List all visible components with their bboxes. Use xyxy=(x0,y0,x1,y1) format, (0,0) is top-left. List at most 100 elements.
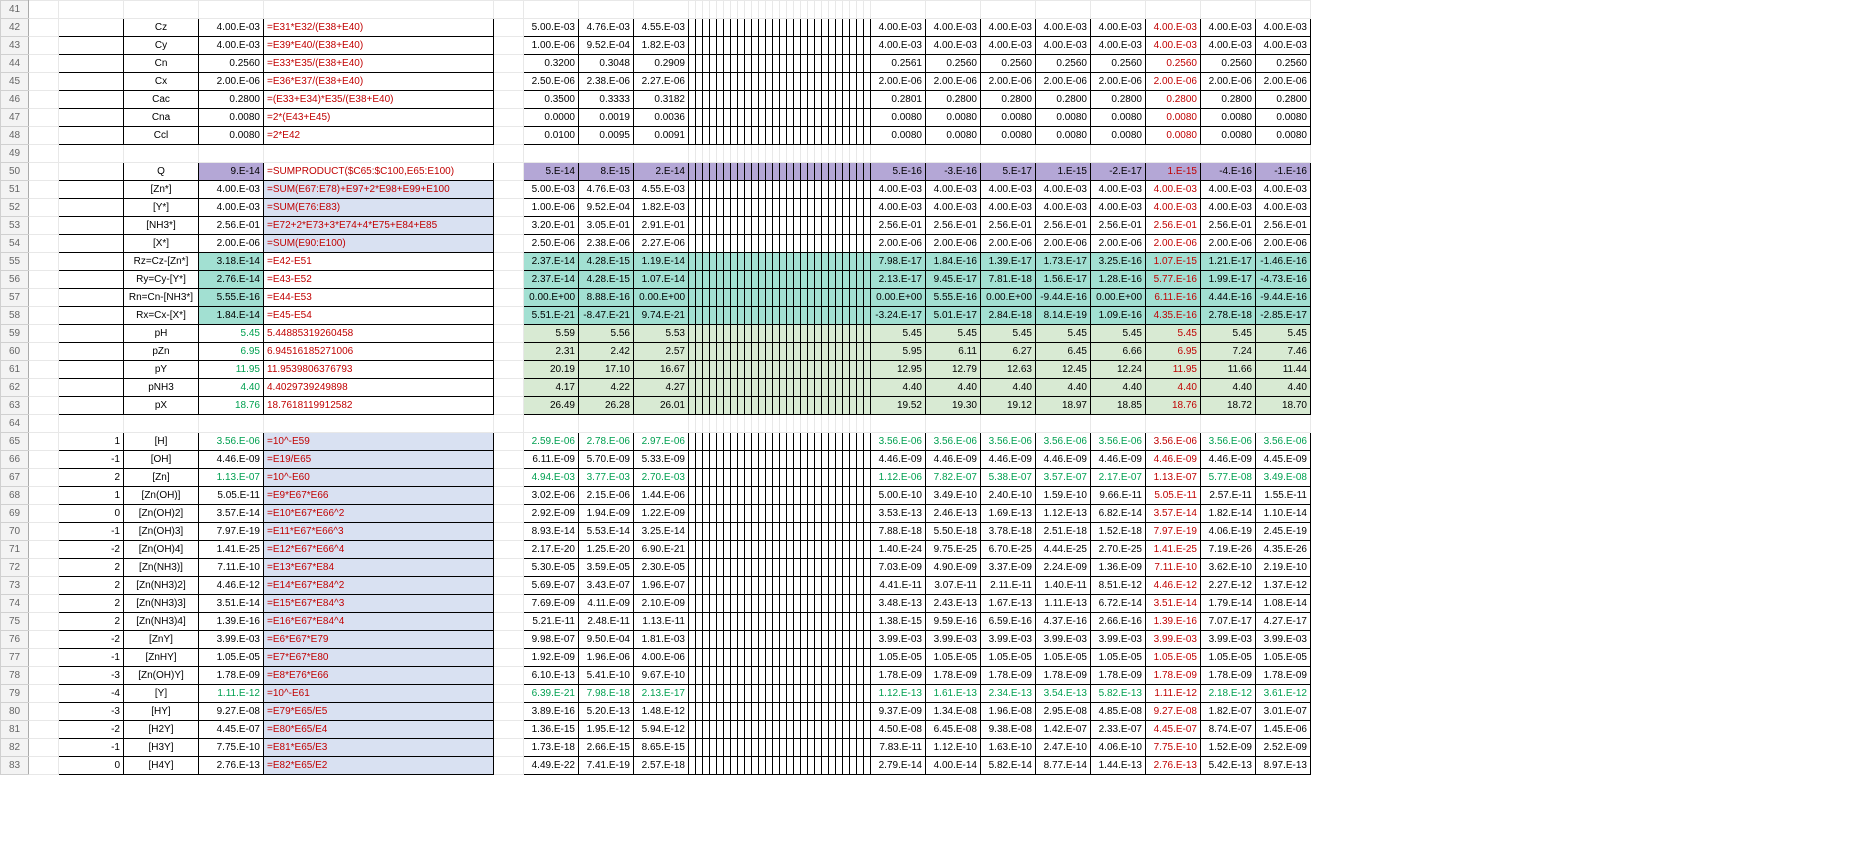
cell[interactable]: =E12*E67*E66^4 xyxy=(264,541,494,559)
cell[interactable] xyxy=(864,181,871,199)
cell[interactable] xyxy=(696,451,703,469)
cell[interactable] xyxy=(843,343,850,361)
cell[interactable]: 5.45 xyxy=(1036,325,1091,343)
cell[interactable] xyxy=(766,649,773,667)
cell[interactable] xyxy=(829,91,836,109)
cell[interactable] xyxy=(843,91,850,109)
cell[interactable] xyxy=(710,127,717,145)
cell[interactable] xyxy=(703,739,710,757)
cell[interactable] xyxy=(738,415,745,433)
cell[interactable]: =E36*E37/(E38+E40) xyxy=(264,73,494,91)
cell[interactable] xyxy=(494,415,524,433)
cell[interactable] xyxy=(794,37,801,55)
cell[interactable] xyxy=(822,397,829,415)
cell[interactable] xyxy=(494,757,524,775)
cell[interactable]: 2.66.E-15 xyxy=(579,739,634,757)
cell[interactable]: 3.56.E-06 xyxy=(871,433,926,451)
cell[interactable]: =10^-E61 xyxy=(264,685,494,703)
cell[interactable] xyxy=(773,181,780,199)
cell[interactable]: 5.82.E-13 xyxy=(1091,685,1146,703)
cell[interactable] xyxy=(731,739,738,757)
cell[interactable] xyxy=(696,613,703,631)
cell[interactable] xyxy=(864,613,871,631)
cell[interactable] xyxy=(780,451,787,469)
cell[interactable]: 0.0080 xyxy=(871,109,926,127)
cell[interactable]: =E81*E65/E3 xyxy=(264,739,494,757)
cell[interactable] xyxy=(524,415,579,433)
cell[interactable] xyxy=(787,217,794,235)
cell[interactable] xyxy=(494,181,524,199)
cell[interactable] xyxy=(815,541,822,559)
cell[interactable] xyxy=(724,541,731,559)
cell[interactable] xyxy=(787,613,794,631)
cell[interactable] xyxy=(752,73,759,91)
cell[interactable] xyxy=(815,487,822,505)
cell[interactable]: =E43-E52 xyxy=(264,271,494,289)
cell[interactable] xyxy=(752,469,759,487)
cell[interactable] xyxy=(815,271,822,289)
cell[interactable] xyxy=(494,703,524,721)
cell[interactable] xyxy=(703,757,710,775)
cell[interactable] xyxy=(759,559,766,577)
cell[interactable] xyxy=(864,667,871,685)
cell[interactable] xyxy=(857,199,864,217)
cell[interactable] xyxy=(836,73,843,91)
cell[interactable] xyxy=(815,343,822,361)
cell[interactable] xyxy=(738,703,745,721)
cell[interactable] xyxy=(815,217,822,235)
cell[interactable]: 4.44.E-25 xyxy=(1036,541,1091,559)
cell[interactable]: =E31*E32/(E38+E40) xyxy=(264,19,494,37)
cell[interactable] xyxy=(794,361,801,379)
cell[interactable] xyxy=(752,451,759,469)
cell[interactable] xyxy=(724,361,731,379)
cell[interactable] xyxy=(759,253,766,271)
cell[interactable] xyxy=(738,199,745,217)
cell[interactable] xyxy=(843,181,850,199)
cell[interactable] xyxy=(850,631,857,649)
cell[interactable]: [H] xyxy=(124,433,199,451)
cell[interactable] xyxy=(808,127,815,145)
cell[interactable]: 2.56.E-01 xyxy=(1091,217,1146,235)
cell[interactable] xyxy=(850,1,857,19)
cell[interactable] xyxy=(264,415,494,433)
cell[interactable] xyxy=(850,613,857,631)
cell[interactable] xyxy=(724,631,731,649)
row-header[interactable]: 45 xyxy=(1,73,29,91)
cell[interactable] xyxy=(696,145,703,163)
cell[interactable] xyxy=(766,667,773,685)
cell[interactable] xyxy=(717,307,724,325)
cell[interactable] xyxy=(494,397,524,415)
cell[interactable]: 4.4029739249898 xyxy=(264,379,494,397)
cell[interactable] xyxy=(29,523,59,541)
cell[interactable] xyxy=(857,253,864,271)
cell[interactable] xyxy=(815,127,822,145)
cell[interactable]: pNH3 xyxy=(124,379,199,397)
cell[interactable] xyxy=(773,37,780,55)
cell[interactable]: 4.00.E-06 xyxy=(634,649,689,667)
cell[interactable]: 4.40 xyxy=(1036,379,1091,397)
cell[interactable] xyxy=(843,613,850,631)
cell[interactable] xyxy=(822,433,829,451)
cell[interactable] xyxy=(773,577,780,595)
cell[interactable]: 1.52.E-18 xyxy=(1091,523,1146,541)
cell[interactable]: 5.38.E-07 xyxy=(981,469,1036,487)
cell[interactable]: 4.00.E-03 xyxy=(199,181,264,199)
cell[interactable]: 2.10.E-09 xyxy=(634,595,689,613)
cell[interactable]: 5.77.E-16 xyxy=(1146,271,1201,289)
cell[interactable] xyxy=(822,379,829,397)
cell[interactable]: 4.00.E-03 xyxy=(1201,181,1256,199)
cell[interactable] xyxy=(822,685,829,703)
cell[interactable] xyxy=(29,469,59,487)
cell[interactable]: =E42-E51 xyxy=(264,253,494,271)
cell[interactable] xyxy=(773,757,780,775)
cell[interactable] xyxy=(731,37,738,55)
cell[interactable]: =SUMPRODUCT($C65:$C100,E65:E100) xyxy=(264,163,494,181)
cell[interactable] xyxy=(773,1,780,19)
cell[interactable] xyxy=(29,721,59,739)
cell[interactable] xyxy=(696,217,703,235)
cell[interactable] xyxy=(703,451,710,469)
cell[interactable] xyxy=(794,433,801,451)
cell[interactable]: 2.76.E-13 xyxy=(199,757,264,775)
cell[interactable] xyxy=(696,91,703,109)
cell[interactable] xyxy=(808,109,815,127)
